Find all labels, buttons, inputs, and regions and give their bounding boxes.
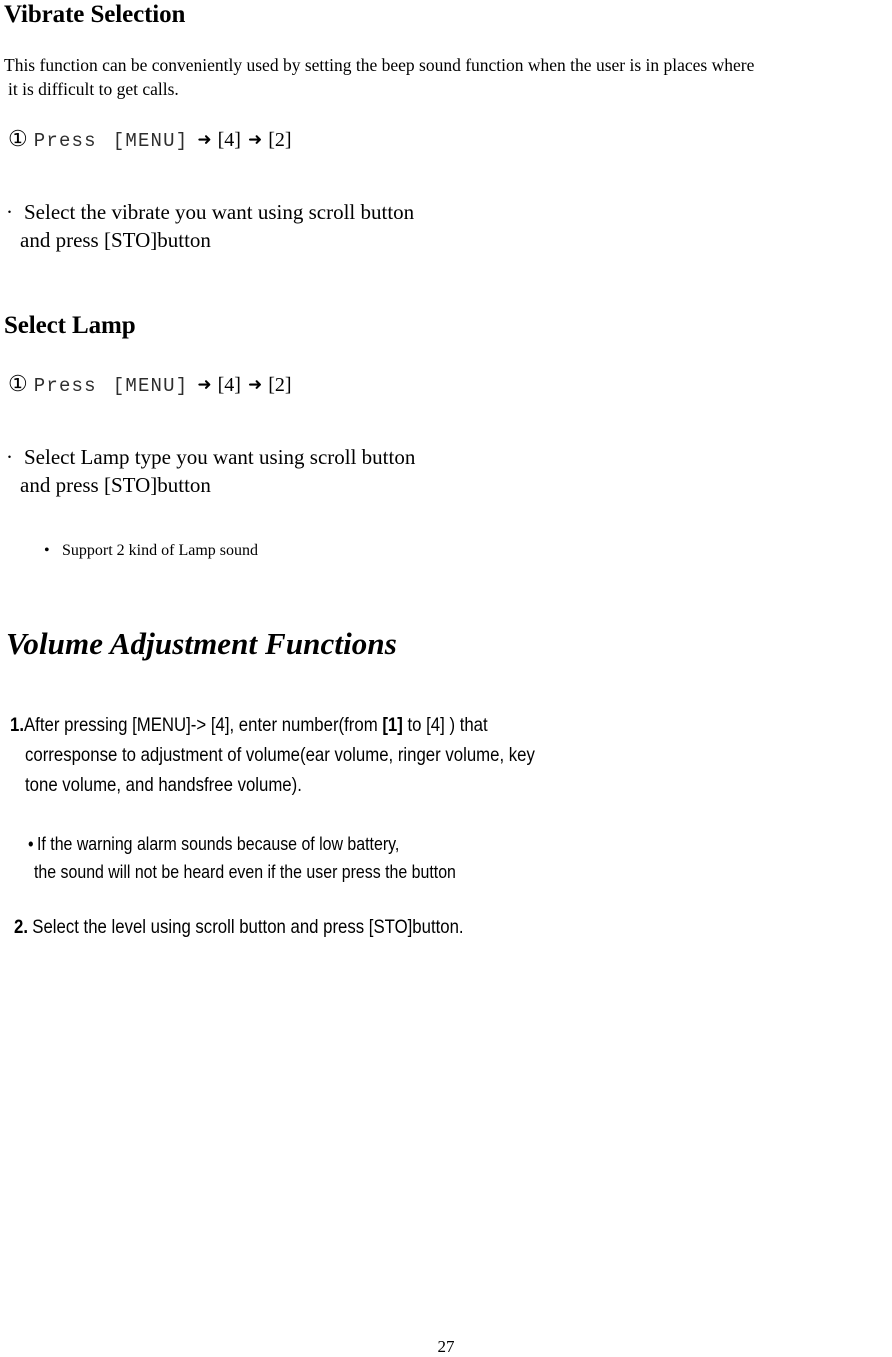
- key-4: [4]: [217, 374, 241, 396]
- lamp-step-1: ① Press [MENU] ➜ [4] ➜ [2]: [8, 371, 292, 398]
- volume-item-1-text-b: to [4] ) that: [402, 714, 488, 736]
- vibrate-bullet-line-2: and press [STO]button: [20, 228, 211, 252]
- volume-item-1-line-2: corresponse to adjustment of volume(ear …: [25, 744, 535, 766]
- arrow-right-icon-2: ➜: [247, 130, 263, 150]
- volume-item-1-number: 1.: [10, 714, 24, 736]
- volume-note-line-1: • If the warning alarm sounds because of …: [28, 830, 399, 858]
- key-4: [4]: [217, 129, 241, 151]
- volume-note-marker: •: [28, 833, 34, 854]
- lamp-note-text: Support 2 kind of Lamp sound: [62, 542, 258, 559]
- circled-number-1: ①: [8, 126, 28, 151]
- lamp-note-marker: •: [44, 542, 50, 559]
- volume-item-1-line-1: 1.After pressing [MENU]-> [4], enter num…: [10, 710, 488, 740]
- lamp-bullet-marker: ·: [6, 445, 13, 469]
- arrow-right-icon: ➜: [197, 130, 212, 150]
- vibrate-step-1: ① Press [MENU] ➜ [4] ➜ [2]: [8, 126, 292, 153]
- arrow-right-icon: ➜: [197, 375, 212, 395]
- document-page: Vibrate Selection This function can be c…: [0, 0, 892, 1357]
- arrow-right-icon-2: ➜: [247, 375, 263, 395]
- page-number: 27: [437, 1337, 455, 1356]
- circled-number-1: ①: [8, 371, 28, 396]
- vibrate-intro-line-1: This function can be conveniently used b…: [4, 55, 755, 75]
- volume-item-1-text-a: After pressing [MENU]-> [4], enter numbe…: [23, 714, 383, 736]
- lamp-bullet-line-1: Select Lamp type you want using scroll b…: [24, 445, 416, 469]
- lamp-bullet-line-2: and press [STO]button: [20, 473, 211, 497]
- press-label: Press: [33, 375, 97, 397]
- volume-note-line-2: the sound will not be heard even if the …: [34, 861, 456, 882]
- press-label: Press: [33, 130, 97, 152]
- vibrate-bullet-marker: ·: [6, 200, 13, 224]
- heading-volume-adjustment-functions: Volume Adjustment Functions: [6, 626, 397, 661]
- volume-note-text-1: If the warning alarm sounds because of l…: [37, 833, 400, 854]
- key-menu: [MENU]: [112, 130, 189, 152]
- vibrate-bullet-line-1: Select the vibrate you want using scroll…: [24, 200, 415, 224]
- volume-item-2-number: 2.: [14, 916, 28, 938]
- heading-select-lamp: Select Lamp: [4, 312, 136, 339]
- vibrate-intro-line-2: it is difficult to get calls.: [8, 79, 179, 99]
- key-2: [2]: [268, 374, 292, 396]
- key-menu: [MENU]: [112, 375, 189, 397]
- key-2: [2]: [268, 129, 292, 151]
- volume-item-1-key-1: [1]: [382, 714, 403, 736]
- heading-vibrate-selection: Vibrate Selection: [4, 1, 186, 28]
- volume-item-2-text: Select the level using scroll button and…: [32, 916, 464, 938]
- volume-item-1-line-3: tone volume, and handsfree volume).: [25, 774, 302, 796]
- volume-item-2: 2. Select the level using scroll button a…: [14, 912, 464, 942]
